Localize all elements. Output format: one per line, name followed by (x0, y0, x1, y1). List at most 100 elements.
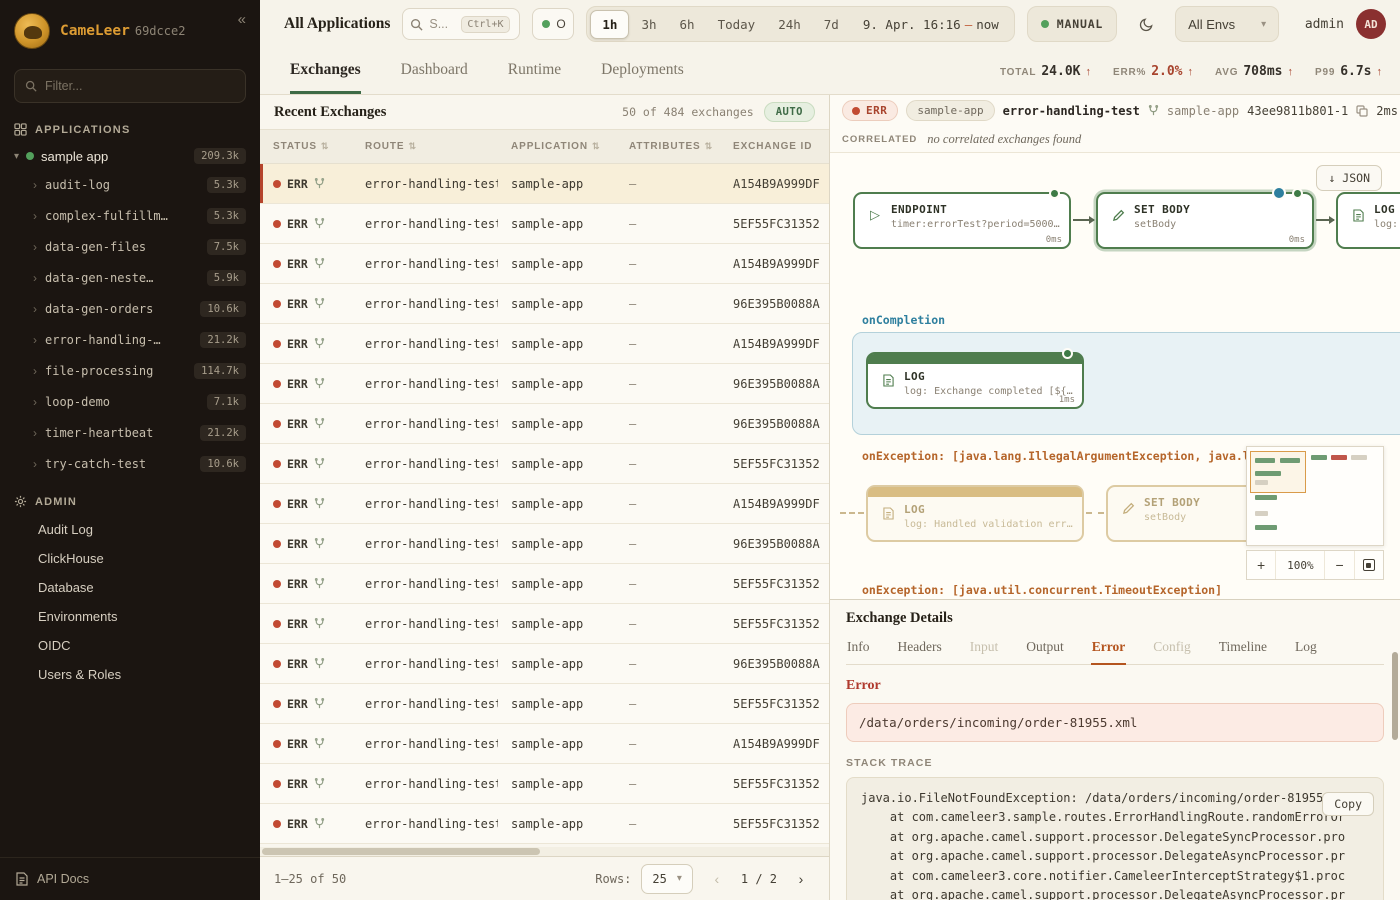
column-header-exchange-id[interactable]: EXCHANGE ID (720, 141, 829, 152)
route-cell: error-handling-test (352, 617, 498, 631)
flow-node-setbody[interactable]: SET BODY setBody 0ms (1096, 192, 1314, 249)
stack-trace-label: STACK TRACE (846, 757, 1384, 769)
sidebar-admin-item[interactable]: Users & Roles (0, 660, 260, 689)
sidebar-route-item[interactable]: ›try-catch-test10.6k (0, 448, 260, 479)
rows-per-page-label: Rows: (595, 872, 631, 886)
scrollbar-thumb[interactable] (262, 848, 540, 855)
table-row[interactable]: ERRerror-handling-testsample-app—A154B9A… (260, 164, 829, 204)
table-row[interactable]: ERRerror-handling-testsample-app—5EF55FC… (260, 604, 829, 644)
auto-refresh-badge[interactable]: AUTO (764, 102, 815, 122)
copy-stack-button[interactable]: Copy (1322, 792, 1374, 816)
horizontal-scrollbar[interactable] (260, 847, 829, 856)
table-row[interactable]: ERRerror-handling-testsample-app—96E395B… (260, 404, 829, 444)
detail-tab-info[interactable]: Info (846, 634, 871, 665)
table-row[interactable]: ERRerror-handling-testsample-app—96E395B… (260, 524, 829, 564)
table-row[interactable]: ERRerror-handling-testsample-app—96E395B… (260, 644, 829, 684)
sidebar-route-item[interactable]: ›loop-demo7.1k (0, 386, 260, 417)
sidebar-route-item[interactable]: ›timer-heartbeat21.2k (0, 417, 260, 448)
manual-refresh-button[interactable]: MANUAL (1027, 6, 1117, 42)
table-row[interactable]: ERRerror-handling-testsample-app—5EF55FC… (260, 764, 829, 804)
column-header-attributes[interactable]: ATTRIBUTES⇅ (616, 141, 720, 152)
flow-node-endpoint[interactable]: ▷ ENDPOINT timer:errorTest?period=5000&d… (853, 192, 1071, 249)
stat-p99: P996.7s↑ (1315, 64, 1382, 79)
column-header-route[interactable]: ROUTE⇅ (352, 141, 498, 152)
time-range-3h[interactable]: 3h (630, 10, 667, 39)
table-row[interactable]: ERRerror-handling-testsample-app—5EF55FC… (260, 684, 829, 724)
time-range-today[interactable]: Today (707, 10, 767, 39)
application-cell: sample-app (498, 817, 616, 831)
vertical-scrollbar-thumb[interactable] (1392, 652, 1398, 740)
attributes-cell: — (616, 617, 720, 631)
table-row[interactable]: ERRerror-handling-testsample-app—A154B9A… (260, 484, 829, 524)
zoom-out-button[interactable]: − (1324, 551, 1353, 579)
table-row[interactable]: ERRerror-handling-testsample-app—5EF55FC… (260, 804, 829, 844)
time-range-6h[interactable]: 6h (669, 10, 706, 39)
column-header-status[interactable]: STATUS⇅ (260, 141, 352, 152)
sidebar-route-item[interactable]: ›error-handling-…21.2k (0, 324, 260, 355)
time-range-24h[interactable]: 24h (767, 10, 812, 39)
table-row[interactable]: ERRerror-handling-testsample-app—A154B9A… (260, 724, 829, 764)
flow-node-log[interactable]: LOG log: Sta (1336, 192, 1400, 249)
sidebar-route-item[interactable]: ›data-gen-orders10.6k (0, 293, 260, 324)
sidebar-filter[interactable] (14, 69, 246, 103)
flow-node-completion-log[interactable]: LOG log: Exchange completed [${exchan 1m… (866, 352, 1084, 409)
detail-tab-timeline[interactable]: Timeline (1218, 634, 1268, 665)
detail-tab-input[interactable]: Input (969, 634, 1000, 665)
detail-tab-error[interactable]: Error (1091, 634, 1127, 665)
flow-canvas[interactable]: ↓ JSON ▷ ENDPOINT timer:errorTest?period… (830, 153, 1400, 600)
route-label: data-gen-orders (45, 302, 153, 316)
sidebar-collapse-icon[interactable]: « (238, 11, 246, 28)
dark-mode-toggle[interactable] (1129, 7, 1163, 41)
sidebar-admin-item[interactable]: ClickHouse (0, 544, 260, 573)
moon-icon (1139, 17, 1154, 32)
global-search[interactable]: Ctrl+K (402, 8, 520, 40)
detail-tab-config[interactable]: Config (1152, 634, 1192, 665)
detail-tab-log[interactable]: Log (1294, 634, 1318, 665)
time-range-1h[interactable]: 1h (590, 10, 629, 39)
sidebar-route-item[interactable]: ›file-processing114.7k (0, 355, 260, 386)
copy-icon[interactable] (1356, 105, 1368, 117)
table-row[interactable]: ERRerror-handling-testsample-app—5EF55FC… (260, 204, 829, 244)
env-select[interactable]: All Envs ▾ (1175, 6, 1279, 42)
fit-view-button[interactable] (1354, 551, 1383, 579)
time-range-7d[interactable]: 7d (813, 10, 850, 39)
search-input[interactable] (429, 17, 455, 31)
prev-page-button[interactable]: ‹ (703, 865, 731, 893)
rows-per-page-select[interactable]: 25 ▾ (641, 864, 692, 894)
minimap-bar (1255, 471, 1281, 476)
sidebar-route-item[interactable]: ›audit-log5.3k (0, 169, 260, 200)
table-row[interactable]: ERRerror-handling-testsample-app—5EF55FC… (260, 564, 829, 604)
table-row[interactable]: ERRerror-handling-testsample-app—A154B9A… (260, 324, 829, 364)
filter-input[interactable] (45, 79, 235, 93)
node-title: LOG (1374, 203, 1400, 216)
next-page-button[interactable]: › (787, 865, 815, 893)
flow-node-exception-log[interactable]: LOG log: Handled validation error: ${exc… (866, 485, 1084, 542)
sidebar-admin-item[interactable]: Audit Log (0, 515, 260, 544)
download-json-button[interactable]: ↓ JSON (1316, 165, 1382, 191)
sidebar-admin-item[interactable]: Environments (0, 602, 260, 631)
sidebar-admin-item[interactable]: Database (0, 573, 260, 602)
live-indicator[interactable]: O (532, 8, 574, 40)
zoom-in-button[interactable]: + (1247, 551, 1275, 579)
tab-exchanges[interactable]: Exchanges (290, 48, 361, 94)
table-row[interactable]: ERRerror-handling-testsample-app—96E395B… (260, 284, 829, 324)
detail-tab-headers[interactable]: Headers (897, 634, 943, 665)
table-row[interactable]: ERRerror-handling-testsample-app—96E395B… (260, 364, 829, 404)
sidebar-route-item[interactable]: ›data-gen-neste…5.9k (0, 262, 260, 293)
detail-tab-output[interactable]: Output (1025, 634, 1065, 665)
sidebar-app-sample-app[interactable]: ▾ sample app 209.3k (0, 143, 260, 169)
column-header-application[interactable]: APPLICATION⇅ (498, 141, 616, 152)
avatar[interactable]: AD (1356, 9, 1386, 39)
flow-minimap[interactable] (1246, 446, 1384, 546)
sidebar-route-item[interactable]: ›complex-fulfillm…5.3k (0, 200, 260, 231)
date-range[interactable]: 9. Apr. 16:16—now (851, 17, 1011, 32)
sidebar-route-item[interactable]: ›data-gen-files7.5k (0, 231, 260, 262)
table-row[interactable]: ERRerror-handling-testsample-app—5EF55FC… (260, 444, 829, 484)
sidebar-admin-item[interactable]: OIDC (0, 631, 260, 660)
route-cell: error-handling-test (352, 817, 498, 831)
tab-deployments[interactable]: Deployments (601, 48, 684, 94)
table-row[interactable]: ERRerror-handling-testsample-app—A154B9A… (260, 244, 829, 284)
tab-dashboard[interactable]: Dashboard (401, 48, 468, 94)
api-docs-link[interactable]: API Docs (0, 857, 260, 900)
tab-runtime[interactable]: Runtime (508, 48, 561, 94)
